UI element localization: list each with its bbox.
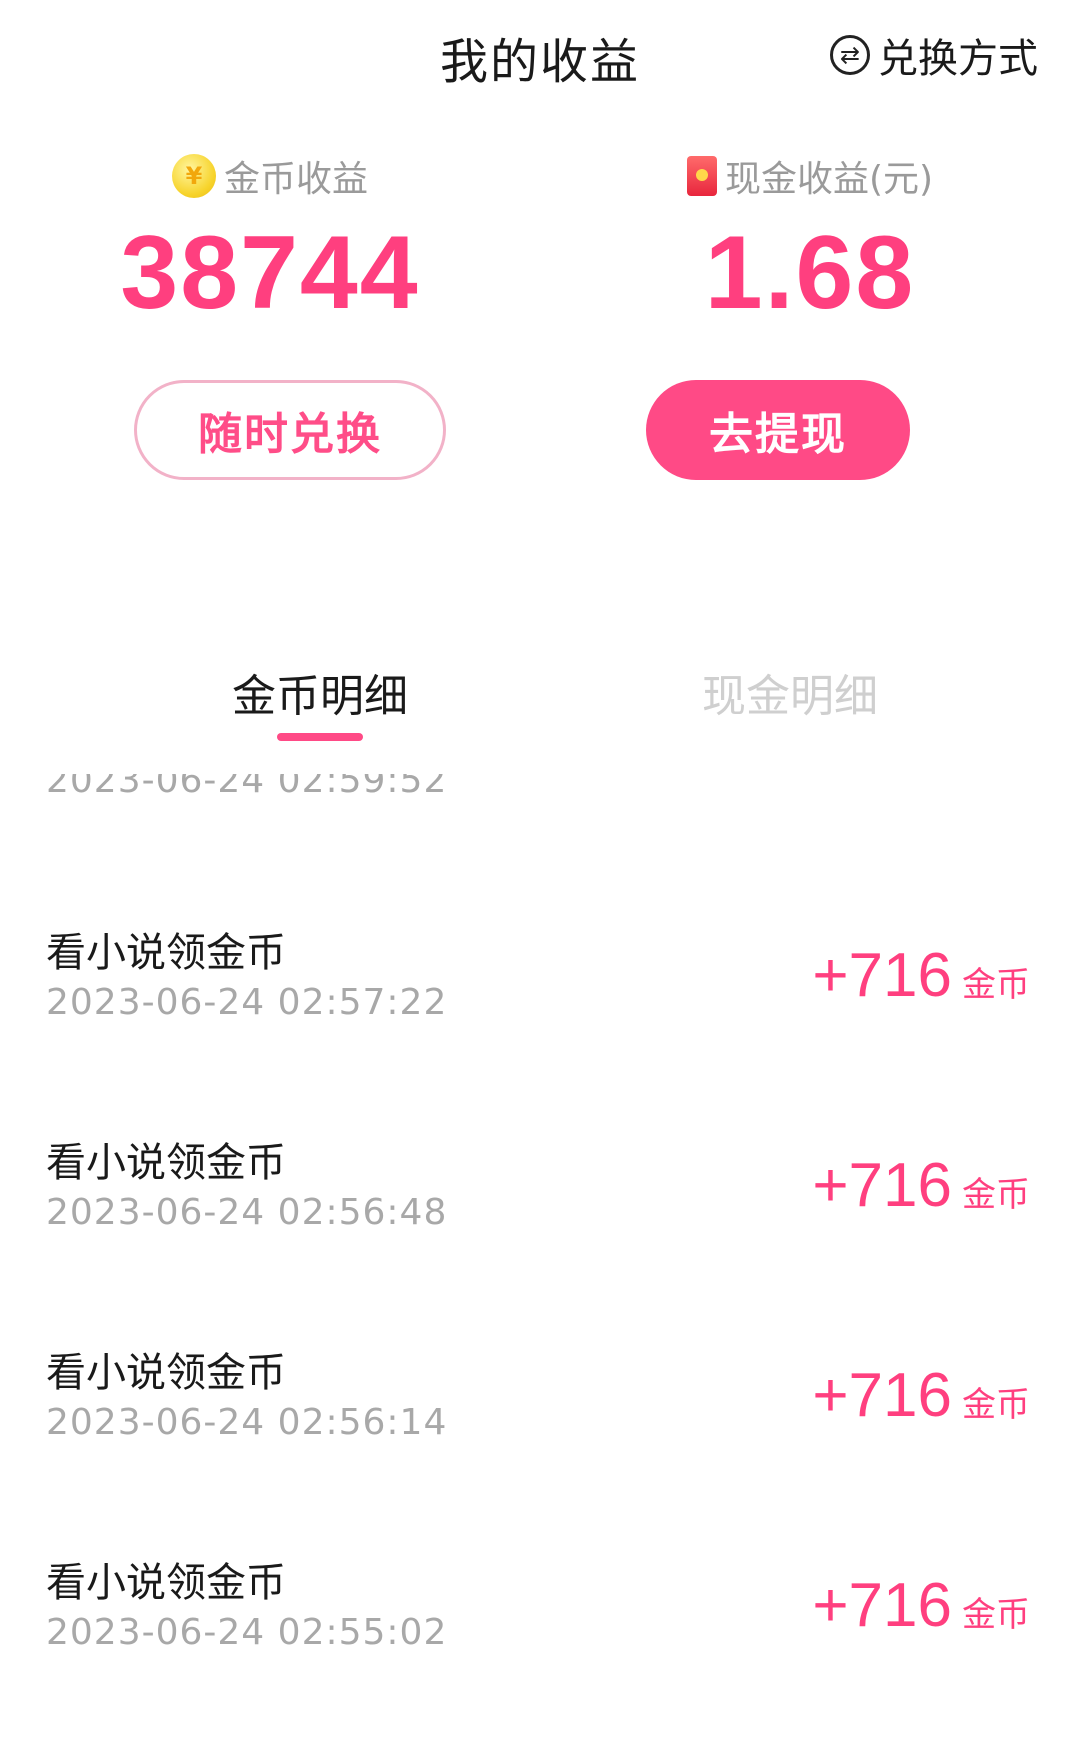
- coin-earnings: ¥ 金币收益 38744: [0, 150, 540, 330]
- coin-earnings-label: 金币收益: [223, 159, 368, 200]
- record-amount: +716 金币: [812, 1150, 1030, 1221]
- exchange-anytime-button[interactable]: 随时兑换: [134, 380, 446, 480]
- record-title: 看小说领金币: [46, 1140, 286, 1186]
- record-amount-value: +716: [812, 1361, 952, 1430]
- header: 我的收益 ⇄ 兑换方式: [0, 0, 1080, 110]
- record-amount-unit: 金币: [962, 965, 1030, 1005]
- tab-cash-details[interactable]: 现金明细: [520, 660, 1060, 724]
- cash-earnings-value: 1.68: [704, 215, 916, 331]
- record-amount-unit: 金币: [962, 1385, 1030, 1425]
- record-amount: +716 金币: [812, 940, 1030, 1011]
- coin-icon: ¥: [171, 154, 216, 198]
- list-item[interactable]: 看小说领金币 2023-06-24 02:56:14 +716 金币: [0, 1340, 1080, 1540]
- cash-earnings-label: 现金收益(元): [724, 159, 934, 200]
- record-amount-value: +716: [812, 1571, 952, 1640]
- record-amount-value: +716: [812, 1151, 952, 1220]
- record-amount: +716 金币: [812, 1360, 1030, 1431]
- record-title: 看小说领金币: [46, 1560, 286, 1606]
- partial-record-time-text: 2023-06-24 02:59:52: [46, 774, 448, 801]
- exchange-method-button[interactable]: ⇄ 兑换方式: [830, 26, 1038, 84]
- red-packet-icon: [686, 156, 717, 196]
- list-item[interactable]: 看小说领金币 2023-06-24 02:56:48 +716 金币: [0, 1130, 1080, 1330]
- record-time: 2023-06-24 02:57:22: [46, 982, 448, 1023]
- record-time: 2023-06-24 02:55:02: [46, 1612, 448, 1653]
- active-tab-indicator: [277, 733, 363, 741]
- earnings-page: 我的收益 ⇄ 兑换方式 ¥ 金币收益 38744 现金收益(元) 1.68 随时…: [0, 0, 1080, 1742]
- record-title: 看小说领金币: [46, 930, 286, 976]
- exchange-arrows-icon: ⇄: [830, 35, 870, 75]
- record-amount-unit: 金币: [962, 1595, 1030, 1635]
- partial-record-time: 2023-06-24 02:59:52: [46, 774, 447, 814]
- coin-earnings-value: 38744: [120, 215, 420, 331]
- list-item[interactable]: 看小说领金币 2023-06-24 02:55:02 +716 金币: [0, 1550, 1080, 1742]
- detail-tabs: 金币明细 现金明细: [0, 660, 1080, 750]
- cash-earnings-label-row: 现金收益(元): [686, 150, 934, 202]
- record-title: 看小说领金币: [46, 1350, 286, 1396]
- exchange-method-label: 兑换方式: [878, 36, 1038, 82]
- record-time: 2023-06-24 02:56:14: [46, 1402, 448, 1443]
- withdraw-button[interactable]: 去提现: [646, 380, 910, 480]
- tab-coin-details[interactable]: 金币明细: [50, 660, 590, 724]
- cash-earnings: 现金收益(元) 1.68: [540, 150, 1080, 330]
- record-time: 2023-06-24 02:56:48: [46, 1192, 448, 1233]
- list-item[interactable]: 看小说领金币 2023-06-24 02:57:22 +716 金币: [0, 920, 1080, 1120]
- record-amount: +716 金币: [812, 1570, 1030, 1641]
- record-amount-unit: 金币: [962, 1175, 1030, 1215]
- coin-earnings-label-row: ¥ 金币收益: [171, 150, 368, 202]
- record-amount-value: +716: [812, 941, 952, 1010]
